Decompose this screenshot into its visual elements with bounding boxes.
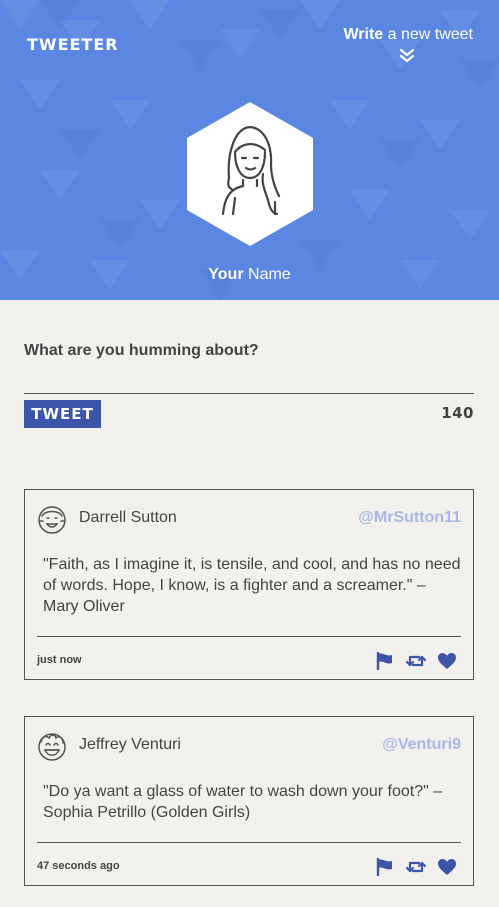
tweet-divider	[37, 636, 461, 637]
flag-icon[interactable]	[375, 857, 395, 877]
compose-divider	[24, 393, 474, 394]
tweet-actions	[375, 651, 457, 671]
user-avatar[interactable]	[187, 102, 313, 246]
write-link-rest: a new tweet	[383, 26, 473, 43]
user-name-rest: Name	[243, 266, 291, 283]
user-name-strong: Your	[208, 266, 244, 283]
heart-icon[interactable]	[437, 858, 457, 876]
tweet-divider	[37, 842, 461, 843]
tweet-author-name[interactable]: Darrell Sutton	[79, 509, 177, 527]
tweet-timestamp: 47 seconds ago	[37, 860, 120, 872]
profile-header: TWEETER Write a new tweet Your Name	[0, 0, 499, 300]
tweet-button[interactable]: TWEET	[24, 400, 101, 428]
tweet-card: Darrell Sutton @MrSutton11 "Faith, as I …	[24, 489, 474, 680]
tweet-author-handle[interactable]: @MrSutton11	[358, 509, 461, 527]
smiling-face-avatar-icon[interactable]	[37, 505, 67, 535]
double-chevron-down-icon[interactable]	[398, 48, 416, 64]
user-display-name: Your Name	[0, 266, 499, 284]
compose-prompt[interactable]: What are you humming about?	[24, 342, 259, 360]
tweet-card: Jeffrey Venturi @Venturi9 "Do ya want a …	[24, 716, 474, 886]
heart-icon[interactable]	[437, 652, 457, 670]
tweet-text: "Faith, as I imagine it, is tensile, and…	[43, 556, 461, 615]
flag-icon[interactable]	[375, 651, 395, 671]
retweet-icon[interactable]	[405, 858, 427, 876]
tweet-actions	[375, 857, 457, 877]
tweet-author-handle[interactable]: @Venturi9	[382, 736, 461, 754]
laughing-face-avatar-icon[interactable]	[37, 732, 67, 762]
tweet-text: "Do ya want a glass of water to wash dow…	[43, 783, 443, 821]
tweet-timestamp: just now	[37, 654, 82, 666]
retweet-icon[interactable]	[405, 652, 427, 670]
write-new-tweet-link[interactable]: Write a new tweet	[343, 26, 473, 44]
tweet-author-name[interactable]: Jeffrey Venturi	[79, 736, 181, 754]
write-link-strong: Write	[343, 26, 384, 43]
app-logo[interactable]: TWEETER	[27, 35, 119, 54]
character-counter: 140	[441, 404, 474, 422]
